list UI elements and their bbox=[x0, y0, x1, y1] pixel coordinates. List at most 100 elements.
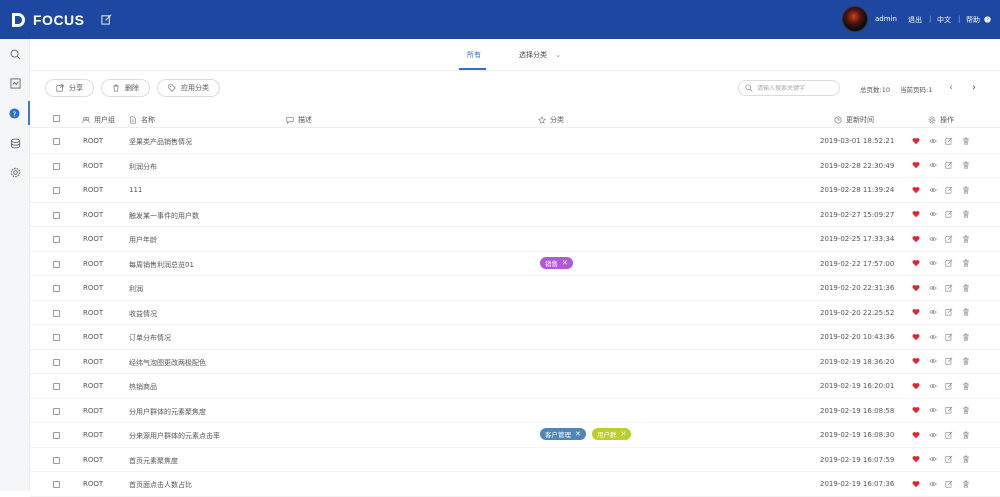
column-name[interactable]: 名称 bbox=[129, 115, 155, 125]
row-name[interactable]: 111 bbox=[129, 186, 142, 194]
row-checkbox[interactable] bbox=[53, 383, 60, 390]
delete-icon[interactable] bbox=[961, 136, 970, 145]
row-checkbox[interactable] bbox=[53, 334, 60, 341]
edit-icon[interactable] bbox=[944, 136, 953, 145]
view-eye-icon[interactable] bbox=[928, 210, 937, 219]
row-checkbox[interactable] bbox=[53, 236, 60, 243]
row-checkbox[interactable] bbox=[53, 260, 60, 268]
table-row[interactable]: ROOT 分来源用户群体的元素点击率 客户管理 ✕ 用户群 ✕ 2019-02-19 16:… bbox=[30, 423, 1000, 448]
table-row[interactable]: ROOT 收益情况 2019-02-20 22:25:52 bbox=[30, 301, 1000, 325]
sidebar-item-dashboard[interactable] bbox=[0, 71, 30, 95]
column-description[interactable]: 描述 bbox=[286, 115, 312, 125]
column-category[interactable]: 分类 bbox=[538, 115, 564, 125]
favorite-heart-icon[interactable] bbox=[911, 185, 920, 194]
view-eye-icon[interactable] bbox=[928, 430, 937, 439]
view-eye-icon[interactable] bbox=[928, 136, 937, 145]
favorite-heart-icon[interactable] bbox=[911, 430, 920, 439]
edit-icon[interactable] bbox=[944, 185, 953, 194]
edit-icon[interactable] bbox=[944, 234, 953, 243]
view-eye-icon[interactable] bbox=[928, 308, 937, 317]
view-eye-icon[interactable] bbox=[928, 455, 937, 464]
table-row[interactable]: ROOT 利润分布 2019-02-28 22:30:49 bbox=[30, 154, 1000, 178]
table-row[interactable]: ROOT 首页面点击人数占比 2019-02-19 16:07:36 bbox=[30, 472, 1000, 497]
search-input[interactable] bbox=[757, 84, 837, 92]
row-checkbox[interactable] bbox=[53, 285, 60, 292]
view-eye-icon[interactable] bbox=[928, 161, 937, 170]
view-eye-icon[interactable] bbox=[928, 357, 937, 366]
table-row[interactable]: ROOT 用户年龄 2019-02-25 17:33:34 bbox=[30, 227, 1000, 252]
view-eye-icon[interactable] bbox=[928, 185, 937, 194]
favorite-heart-icon[interactable] bbox=[911, 234, 920, 243]
column-user-group[interactable]: 用户组 bbox=[82, 115, 115, 125]
edit-icon[interactable] bbox=[944, 332, 953, 341]
row-name[interactable]: 分来源用户群体的元素点击率 bbox=[129, 431, 220, 441]
delete-icon[interactable] bbox=[961, 185, 970, 194]
row-checkbox[interactable] bbox=[53, 432, 60, 439]
favorite-heart-icon[interactable] bbox=[911, 210, 920, 219]
delete-icon[interactable] bbox=[961, 259, 970, 268]
edit-icon[interactable] bbox=[944, 406, 953, 415]
sidebar-item-search[interactable] bbox=[0, 42, 30, 66]
favorite-heart-icon[interactable] bbox=[911, 283, 920, 292]
tab-select-category[interactable]: 选择分类 ⌄ bbox=[519, 50, 561, 60]
delete-icon[interactable] bbox=[961, 381, 970, 390]
delete-icon[interactable] bbox=[961, 308, 970, 317]
view-eye-icon[interactable] bbox=[928, 381, 937, 390]
delete-icon[interactable] bbox=[961, 332, 970, 341]
view-eye-icon[interactable] bbox=[928, 479, 937, 488]
row-name[interactable]: 分用户群体的元素聚焦度 bbox=[129, 407, 206, 417]
prev-page-button[interactable]: ‹ bbox=[946, 82, 956, 94]
edit-icon[interactable] bbox=[944, 161, 953, 170]
favorite-heart-icon[interactable] bbox=[911, 136, 920, 145]
row-name[interactable]: 首页元素聚焦度 bbox=[129, 456, 178, 466]
favorite-heart-icon[interactable] bbox=[911, 332, 920, 341]
edit-icon[interactable] bbox=[944, 283, 953, 292]
delete-icon[interactable] bbox=[961, 283, 970, 292]
table-row[interactable]: ROOT 经纬气泡图更改两极配色 2019-02-19 18:36:20 bbox=[30, 350, 1000, 374]
logo[interactable]: FOCUS bbox=[10, 10, 85, 30]
row-name[interactable]: 利润分布 bbox=[129, 162, 157, 172]
apply-category-button[interactable]: 应用分类 bbox=[157, 79, 220, 97]
row-checkbox[interactable] bbox=[53, 211, 60, 219]
view-eye-icon[interactable] bbox=[928, 283, 937, 292]
delete-icon[interactable] bbox=[961, 234, 970, 243]
favorite-heart-icon[interactable] bbox=[911, 308, 920, 317]
view-eye-icon[interactable] bbox=[928, 406, 937, 415]
row-name[interactable]: 触发某一事件的用户数 bbox=[129, 211, 199, 221]
delete-icon[interactable] bbox=[961, 357, 970, 366]
help-link[interactable]: 帮助 ? bbox=[966, 15, 991, 25]
edit-icon[interactable] bbox=[944, 455, 953, 464]
row-checkbox[interactable] bbox=[53, 138, 60, 145]
delete-button[interactable]: 删除 bbox=[101, 79, 150, 97]
remove-tag-icon[interactable]: ✕ bbox=[562, 259, 568, 267]
row-checkbox[interactable] bbox=[53, 456, 60, 464]
delete-icon[interactable] bbox=[961, 406, 970, 415]
row-checkbox[interactable] bbox=[53, 187, 60, 194]
row-checkbox[interactable] bbox=[53, 162, 60, 170]
row-name[interactable]: 收益情况 bbox=[129, 309, 157, 319]
favorite-heart-icon[interactable] bbox=[911, 357, 920, 366]
table-row[interactable]: ROOT 订单分布情况 2019-02-20 10:43:36 bbox=[30, 325, 1000, 350]
delete-icon[interactable] bbox=[961, 161, 970, 170]
favorite-heart-icon[interactable] bbox=[911, 381, 920, 390]
edit-icon[interactable] bbox=[944, 381, 953, 390]
row-name[interactable]: 热销商品 bbox=[129, 382, 157, 392]
row-name[interactable]: 每周销售利润总览01 bbox=[129, 260, 194, 270]
delete-icon[interactable] bbox=[961, 430, 970, 439]
table-row[interactable]: ROOT 分用户群体的元素聚焦度 2019-02-19 16:08:58 bbox=[30, 399, 1000, 423]
row-name[interactable]: 经纬气泡图更改两极配色 bbox=[129, 358, 206, 368]
edit-icon[interactable] bbox=[101, 14, 112, 25]
view-eye-icon[interactable] bbox=[928, 332, 937, 341]
language-link[interactable]: 中文 bbox=[937, 15, 951, 25]
edit-icon[interactable] bbox=[944, 210, 953, 219]
row-name[interactable]: 坚果类产品销售情况 bbox=[129, 137, 192, 147]
favorite-heart-icon[interactable] bbox=[911, 479, 920, 488]
edit-icon[interactable] bbox=[944, 357, 953, 366]
table-row[interactable]: ROOT 利润 2019-02-20 22:31:36 bbox=[30, 276, 1000, 301]
row-name[interactable]: 利润 bbox=[129, 284, 143, 294]
sidebar-item-settings[interactable] bbox=[0, 160, 30, 184]
edit-icon[interactable] bbox=[944, 308, 953, 317]
table-row[interactable]: ROOT 首页元素聚焦度 2019-02-19 16:07:59 bbox=[30, 448, 1000, 472]
table-row[interactable]: ROOT 热销商品 2019-02-19 16:20:01 bbox=[30, 374, 1000, 399]
row-checkbox[interactable] bbox=[53, 407, 60, 415]
